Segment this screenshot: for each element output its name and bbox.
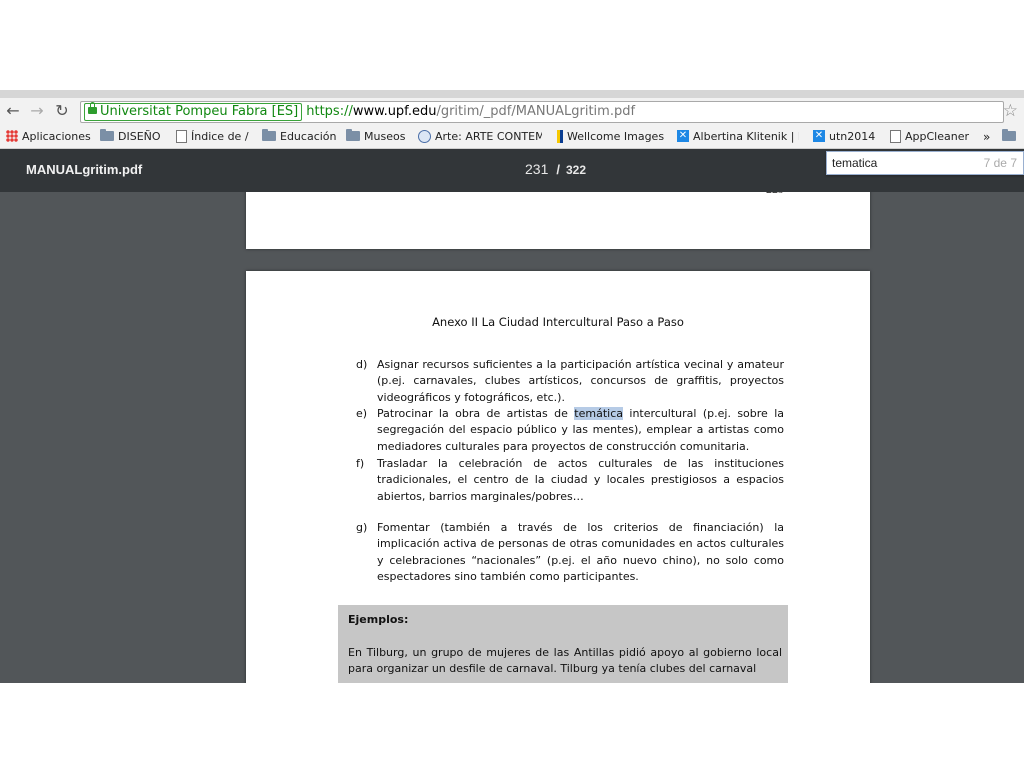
list-item-text: Asignar recursos suficientes a la partic… — [377, 358, 784, 404]
find-input[interactable]: tematica — [832, 152, 877, 174]
browser-toolbar: ← → ↻ Universitat Pompeu Fabra [ES] http… — [0, 98, 1024, 126]
x-icon: ✕ — [677, 130, 689, 142]
list-item: g) Fomentar (también a través de los cri… — [356, 520, 784, 585]
page-icon — [890, 129, 901, 143]
list-item-text: Patrocinar la obra de artistas de temáti… — [377, 407, 784, 453]
find-bar[interactable]: tematica 7 de 7 — [826, 151, 1024, 175]
bookmark-utn2014[interactable]: ✕ utn2014 — [813, 129, 875, 145]
list-item: d) Asignar recursos suficientes a la par… — [356, 357, 784, 406]
wellcome-icon — [557, 129, 563, 143]
browser-window: ← → ↻ Universitat Pompeu Fabra [ES] http… — [0, 90, 1024, 683]
page-icon — [176, 129, 187, 143]
folder-icon — [100, 129, 114, 141]
back-icon[interactable]: ← — [4, 102, 22, 120]
list-item-text: Trasladar la celebración de actos cultur… — [377, 457, 784, 503]
url-scheme: https:// — [306, 104, 353, 119]
url-path: /gritim/_pdf/MANUALgritim.pdf — [436, 104, 636, 119]
list-item-label: d) — [356, 358, 368, 371]
total-pages: 322 — [565, 163, 587, 177]
pdf-file-name: MANUALgritim.pdf — [26, 162, 143, 177]
search-highlight: temática — [574, 407, 623, 420]
bookmark-arte[interactable]: Arte: ARTE CONTEM — [418, 129, 542, 145]
list-item-text: Fomentar (también a través de los criter… — [377, 521, 784, 583]
find-match-count: 7 de 7 — [983, 156, 1017, 170]
list-item: f) Trasladar la celebración de actos cul… — [356, 456, 784, 505]
pdf-page-current: Anexo II La Ciudad Intercultural Paso a … — [246, 271, 870, 683]
folder-icon — [262, 129, 276, 141]
list-item-label: f) — [356, 457, 365, 470]
page-number: 229 — [766, 192, 784, 197]
page-indicator: 231 / 322 — [525, 161, 586, 177]
page-separator: / — [556, 162, 560, 177]
globe-icon — [418, 129, 431, 143]
bookmark-albertina[interactable]: ✕ Albertina Klitenik | E — [677, 129, 799, 145]
ev-label: Universitat Pompeu Fabra [ES] — [100, 104, 299, 119]
list-item: e) Patrocinar la obra de artistas de tem… — [356, 406, 784, 455]
bookmark-educacion[interactable]: Educación — [262, 129, 337, 145]
example-box: Ejemplos: En Tilburg, un grupo de mujere… — [338, 605, 788, 683]
apps-icon — [6, 130, 18, 142]
bookmark-diseno[interactable]: DISEÑO — [100, 129, 161, 145]
lock-icon — [88, 102, 97, 114]
bookmark-museos[interactable]: Museos — [346, 129, 405, 145]
bookmark-star-icon[interactable]: ☆ — [1003, 102, 1018, 120]
pdf-document-area[interactable]: 229 Anexo II La Ciudad Intercultural Pas… — [0, 192, 1024, 683]
bookmark-appcleaner[interactable]: AppCleaner — [890, 129, 969, 145]
page-heading: Anexo II La Ciudad Intercultural Paso a … — [432, 315, 684, 329]
address-bar[interactable]: Universitat Pompeu Fabra [ES] https://ww… — [80, 101, 1004, 123]
list-item-label: e) — [356, 407, 368, 420]
bookmark-folder-partial[interactable] — [1002, 129, 1020, 145]
list-item-label: g) — [356, 521, 368, 534]
example-body: En Tilburg, un grupo de mujeres de las A… — [348, 646, 782, 676]
chevron-icon: » — [983, 130, 991, 144]
bookmark-wellcome[interactable]: Wellcome Images — [557, 129, 664, 145]
bookmark-apps[interactable]: Aplicaciones — [6, 129, 91, 145]
folder-icon — [346, 129, 360, 141]
folder-icon — [1002, 129, 1016, 141]
ev-certificate-badge[interactable]: Universitat Pompeu Fabra [ES] — [84, 102, 303, 121]
forward-icon[interactable]: → — [28, 102, 46, 120]
reload-icon[interactable]: ↻ — [53, 102, 71, 120]
bookmarks-bar: Aplicaciones DISEÑO Índice de / Educació… — [0, 126, 1024, 149]
bookmark-indice[interactable]: Índice de / — [176, 129, 249, 145]
url-host: www.upf.edu — [352, 104, 437, 119]
x-icon: ✕ — [813, 130, 825, 142]
pdf-page-previous: 229 — [246, 192, 870, 249]
bookmarks-overflow[interactable]: » — [983, 129, 990, 145]
example-title: Ejemplos: — [348, 613, 409, 626]
current-page-input[interactable]: 231 — [525, 161, 548, 177]
